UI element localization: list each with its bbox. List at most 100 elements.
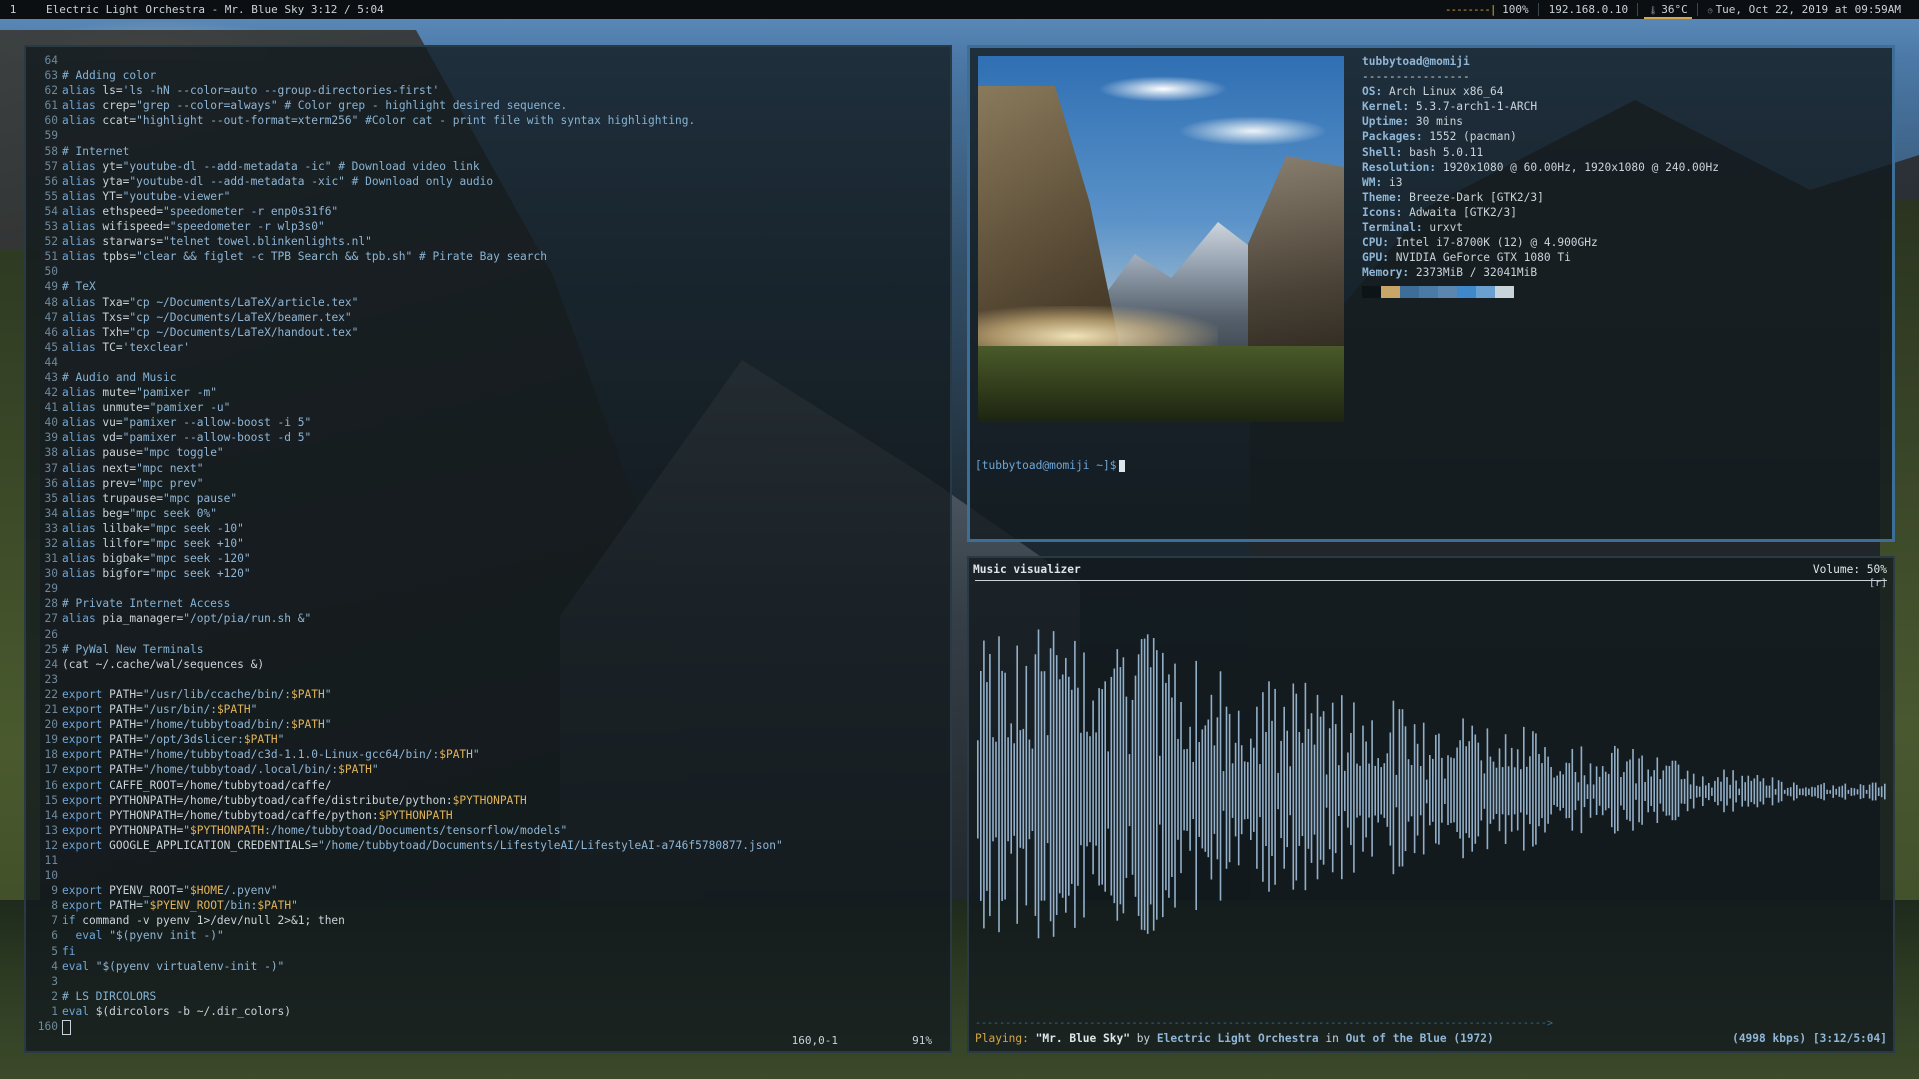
vim-line[interactable]: 14 export PYTHONPATH=/home/tubbytoad/caff… [36,808,940,823]
vim-line[interactable]: 30 alias bigfor="mpc seek +120" [36,566,940,581]
vim-line[interactable]: 39 alias vd="pamixer --allow-boost -d 5" [36,430,940,445]
vim-line[interactable]: 24 (cat ~/.cache/wal/sequences &) [36,657,940,672]
vim-line[interactable]: 43 # Audio and Music [36,370,940,385]
vim-line[interactable]: 55 alias YT="youtube-viewer" [36,189,940,204]
spectrum-bar [1880,786,1883,798]
spectrum-bar [1295,693,1298,881]
spectrum-bar [1377,758,1379,823]
spectrum-bar [1283,706,1285,869]
vim-line[interactable]: 44 [36,355,940,370]
vim-line[interactable]: 18 export PATH="/home/tubbytoad/c3d-1.1.0… [36,747,940,762]
vim-line[interactable]: 42 alias mute="pamixer -m" [36,385,940,400]
vim-editor-window[interactable]: 64 63 # Adding color 62 alias ls='ls -hN --c… [24,45,952,1053]
vim-buffer[interactable]: 64 63 # Adding color 62 alias ls='ls -hN --c… [36,53,940,1035]
info-key: OS: [1362,85,1389,99]
spectrum-bar [1850,787,1853,796]
vim-line[interactable]: 40 alias vu="pamixer --allow-boost -i 5" [36,415,940,430]
spectrum-bar [1438,733,1440,845]
vim-line[interactable]: 4 eval "$(pyenv virtualenv-init -)" [36,959,940,974]
line-number: 9 [51,884,58,898]
vim-line[interactable]: 6 eval "$(pyenv init -)" [36,928,940,943]
spectrum-bar [1692,773,1695,809]
vim-line[interactable]: 50 [36,264,940,279]
vim-line[interactable]: 34 alias beg="mpc seek 0%" [36,506,940,521]
vim-line[interactable]: 48 alias Txa="cp ~/Documents/LaTeX/articl… [36,295,940,310]
vim-line[interactable]: 54 alias ethspeed="speedometer -r enp0s31… [36,204,940,219]
spectrum-bar [1383,763,1386,818]
vim-line[interactable]: 5 fi [36,944,940,959]
vim-line[interactable]: 57 alias yt="youtube-dl --add-metadata -i… [36,159,940,174]
info-value: bash 5.0.11 [1409,145,1484,159]
vim-line[interactable]: 49 # TeX [36,279,940,294]
spectrum-bar [1711,787,1713,796]
vim-line[interactable]: 56 alias yta="youtube-dl --add-metadata -… [36,174,940,189]
vim-line[interactable]: 10 [36,868,940,883]
vim-line[interactable]: 7 if command -v pyenv 1>/dev/null 2>&1; t… [36,913,940,928]
vim-line[interactable]: 19 export PATH="/opt/3dslicer:$PATH" [36,732,940,747]
vim-line[interactable]: 63 # Adding color [36,68,940,83]
vim-line[interactable]: 1 eval $(dircolors -b ~/.dir_colors) [36,1004,940,1019]
vim-line[interactable]: 61 alias crep="grep --color=always" # Col… [36,98,940,113]
spectrum-bar [1371,720,1373,857]
spectrum-bar [1001,670,1003,901]
line-number: 2 [51,989,58,1003]
vim-line[interactable]: 3 [36,974,940,989]
vim-line[interactable]: 2 # LS DIRCOLORS [36,989,940,1004]
spectrum-bar [1240,745,1243,835]
vim-line[interactable]: 22 export PATH="/usr/lib/ccache/bin/:$PAT… [36,687,940,702]
line-number: 6 [51,929,58,943]
line-number: 49 [44,280,58,294]
vim-line[interactable]: 11 [36,853,940,868]
vim-line[interactable]: 31 alias bigbak="mpc seek -120" [36,551,940,566]
vim-line[interactable]: 51 alias tpbs="clear && figlet -c TPB Sea… [36,249,940,264]
vim-line[interactable]: 20 export PATH="/home/tubbytoad/bin/:$PAT… [36,717,940,732]
vim-line[interactable]: 52 alias starwars="telnet towel.blinkenli… [36,234,940,249]
line-number: 34 [44,506,58,520]
workspace-indicator[interactable]: 1 [0,0,26,19]
vim-line[interactable]: 47 alias Txs="cp ~/Documents/LaTeX/beamer… [36,310,940,325]
spectrum-bar [1513,767,1516,815]
vim-line[interactable]: 13 export PYTHONPATH="$PYTHONPATH:/home/t… [36,823,940,838]
vim-line[interactable]: 45 alias TC='texclear' [36,340,940,355]
spectrum-bar [1565,762,1568,819]
spectrum-bar [1344,770,1346,812]
vim-line[interactable]: 9 export PYENV_ROOT="$HOME/.pyenv" [36,883,940,898]
vim-line[interactable]: 41 alias unmute="pamixer -u" [36,400,940,415]
vim-line[interactable]: 32 alias lilfor="mpc seek +10" [36,536,940,551]
vim-line[interactable]: 21 export PATH="/usr/bin/:$PATH" [36,702,940,717]
spectrum-bar [1068,676,1070,896]
vim-line[interactable]: 58 # Internet [36,144,940,159]
vim-line[interactable]: 23 [36,672,940,687]
vim-line[interactable]: 36 alias prev="mpc prev" [36,476,940,491]
vim-line[interactable]: 62 alias ls='ls -hN --color=auto --group-… [36,83,940,98]
vim-line[interactable]: 60 alias ccat="highlight --out-format=xte… [36,113,940,128]
vim-line[interactable]: 35 alias trupause="mpc pause" [36,491,940,506]
vim-line[interactable]: 16 export CAFFE_ROOT=/home/tubbytoad/caff… [36,778,940,793]
vim-line[interactable]: 33 alias lilbak="mpc seek -10" [36,521,940,536]
spectrum-bar [1401,709,1404,867]
vim-line[interactable]: 28 # Private Internet Access [36,596,940,611]
spectrum-bar [1268,681,1270,892]
neofetch-terminal-window[interactable]: tubbytoad@momiji ---------------- OS: Ar… [967,45,1895,542]
vim-line[interactable]: 26 [36,627,940,642]
spectrum-bar [1046,735,1049,844]
vim-line[interactable]: 64 [36,53,940,68]
vim-line[interactable]: 25 # PyWal New Terminals [36,642,940,657]
music-visualizer-window[interactable]: Music visualizer Volume: 50% [r] -------… [967,556,1895,1053]
yosemite-image [978,56,1344,422]
vim-line[interactable]: 27 alias pia_manager="/opt/pia/run.sh &" [36,611,940,626]
shell-prompt[interactable]: [tubbytoad@momiji ~]$ [975,459,1126,472]
vim-line[interactable]: 29 [36,581,940,596]
vim-line[interactable]: 15 export PYTHONPATH=/home/tubbytoad/caff… [36,793,940,808]
vim-line[interactable]: 12 export GOOGLE_APPLICATION_CREDENTIALS=… [36,838,940,853]
vim-line[interactable]: 8 export PATH="$PYENV_ROOT/bin:$PATH" [36,898,940,913]
spectrum-bar [1817,785,1819,799]
spectrum-bar [1844,783,1847,800]
vim-line[interactable]: 38 alias pause="mpc toggle" [36,445,940,460]
vim-line[interactable]: 37 alias next="mpc next" [36,461,940,476]
vim-line[interactable]: 46 alias Txh="cp ~/Documents/LaTeX/handou… [36,325,940,340]
spectrum-bar [1429,755,1431,826]
vim-line[interactable]: 53 alias wifispeed="speedometer -r wlp3s0… [36,219,940,234]
vim-line[interactable]: 59 [36,128,940,143]
vim-line[interactable]: 17 export PATH="/home/tubbytoad/.local/bi… [36,762,940,777]
